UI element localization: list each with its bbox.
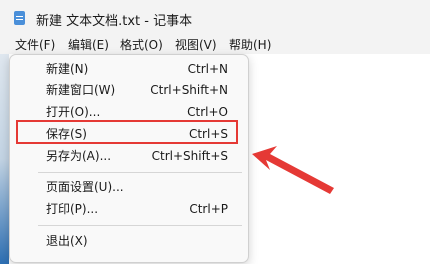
annotation-highlight-box <box>16 120 238 144</box>
notepad-icon <box>14 11 25 25</box>
window-title: 新建 文本文档.txt - 记事本 <box>36 14 193 29</box>
menu-item-label: 打印(P)... <box>46 202 99 216</box>
menu-separator <box>38 225 242 226</box>
menu-separator <box>38 172 242 173</box>
menu-item-save-as[interactable]: 另存为(A)... Ctrl+Shift+S <box>10 146 248 166</box>
menu-item-label: 另存为(A)... <box>46 149 112 163</box>
menu-item-shortcut: Ctrl+O <box>187 105 228 119</box>
menu-help[interactable]: 帮助(H) <box>227 36 273 54</box>
red-arrow-icon <box>252 146 334 194</box>
menu-item-label: 退出(X) <box>46 234 88 248</box>
menu-item-label: 新建窗口(W) <box>46 83 116 97</box>
menu-item-exit[interactable]: 退出(X) <box>10 231 248 251</box>
title-bar: 新建 文本文档.txt - 记事本 <box>0 0 430 36</box>
menu-item-print[interactable]: 打印(P)... Ctrl+P <box>10 199 248 219</box>
menu-item-label: 页面设置(U)... <box>46 180 124 194</box>
file-menu-dropdown: 新建(N) Ctrl+N 新建窗口(W) Ctrl+Shift+N 打开(O).… <box>9 54 249 263</box>
menu-item-shortcut: Ctrl+P <box>189 202 228 216</box>
menu-item-new-window[interactable]: 新建窗口(W) Ctrl+Shift+N <box>10 80 248 100</box>
menu-item-label: 打开(O)... <box>46 105 101 119</box>
menu-item-label: 新建(N) <box>46 62 89 76</box>
menu-bar: 文件(F) 编辑(E) 格式(O) 视图(V) 帮助(H) <box>0 36 430 54</box>
menu-item-new[interactable]: 新建(N) Ctrl+N <box>10 59 248 79</box>
menu-item-shortcut: Ctrl+Shift+N <box>150 83 228 97</box>
menu-item-open[interactable]: 打开(O)... Ctrl+O <box>10 102 248 122</box>
menu-item-page-setup[interactable]: 页面设置(U)... <box>10 177 248 197</box>
menu-format[interactable]: 格式(O) <box>118 36 165 54</box>
menu-item-shortcut: Ctrl+N <box>187 62 228 76</box>
menu-view[interactable]: 视图(V) <box>173 36 219 54</box>
menu-edit[interactable]: 编辑(E) <box>66 36 111 54</box>
desktop-background-strip <box>0 54 9 264</box>
menu-file[interactable]: 文件(F) <box>13 36 57 54</box>
menu-item-shortcut: Ctrl+Shift+S <box>151 149 228 163</box>
